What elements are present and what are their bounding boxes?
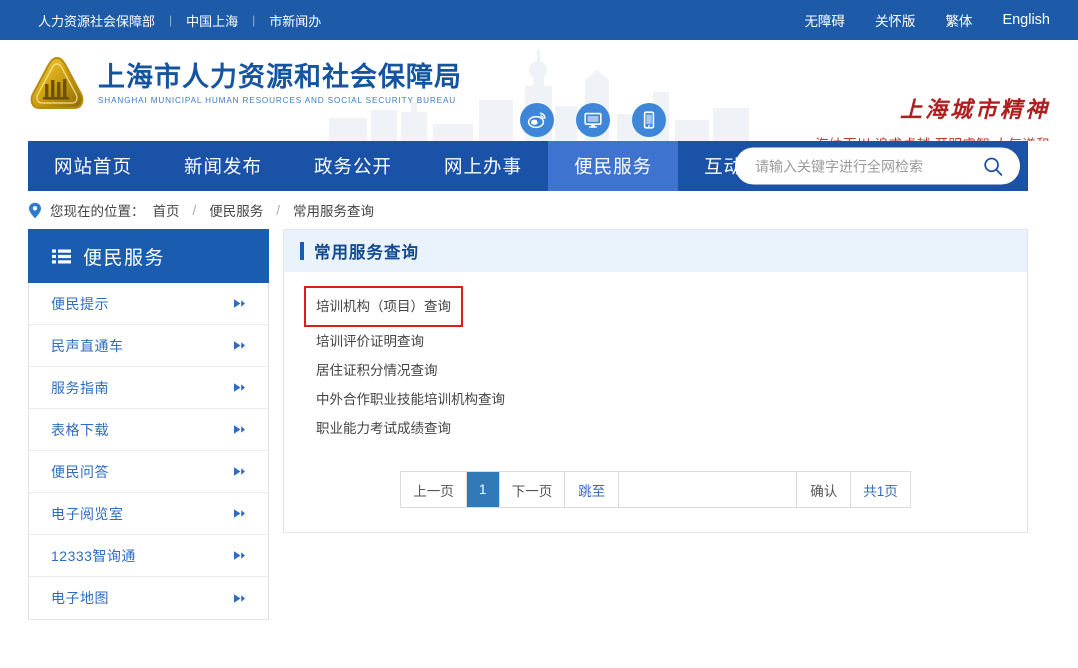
content-panel: 常用服务查询 培训机构（项目）查询 培训评价证明查询 居住证积分情况查询 中外合… — [283, 229, 1028, 533]
pagination-confirm-button[interactable]: 确认 — [797, 472, 852, 507]
page-layout: 便民服务 便民提示 民声直通车 服务指南 表格下载 便民问答 电子阅览室 123… — [28, 229, 1028, 620]
nav-item-convenience-services[interactable]: 便民服务 — [548, 141, 679, 191]
page-title: 常用服务查询 — [314, 244, 419, 262]
list-item: 中外合作职业技能培训机构查询 — [316, 385, 1027, 414]
sidebar-item-electronic-reading-room[interactable]: 电子阅览室 — [29, 493, 268, 535]
service-link-residence-permit-points[interactable]: 居住证积分情况查询 — [316, 356, 438, 385]
site-logo[interactable]: 上海市人力资源和社会保障局 SHANGHAI MUNICIPAL HUMAN R… — [28, 56, 462, 112]
sidebar-item-public-voice-express[interactable]: 民声直通车 — [29, 325, 268, 367]
sidebar-item-electronic-map[interactable]: 电子地图 — [29, 577, 268, 619]
arrow-right-icon — [234, 341, 245, 350]
nav-item-online-services[interactable]: 网上办事 — [418, 141, 548, 191]
nav-item-news[interactable]: 新闻发布 — [158, 141, 288, 191]
logo-title-en: SHANGHAI MUNICIPAL HUMAN RESOURCES AND S… — [98, 96, 457, 106]
arrow-right-icon — [234, 509, 245, 518]
logo-title-cn: 上海市人力资源和社会保障局 — [98, 61, 462, 93]
breadcrumb-separator: / — [192, 202, 197, 218]
list-menu-icon — [52, 249, 71, 263]
pagination-jump-field-wrap — [619, 472, 798, 507]
arrow-right-icon — [234, 383, 245, 392]
sidebar-item-form-download[interactable]: 表格下载 — [29, 409, 268, 451]
sidebar-item-convenience-tips[interactable]: 便民提示 — [29, 283, 268, 325]
top-bar-utility-links: 无障碍 关怀版 繁体 English — [804, 0, 1050, 40]
pagination-group: 上一页 1 下一页 跳至 确认 共1页 — [400, 471, 911, 508]
top-bar: 人力资源社会保障部 | 中国上海 | 市新闻办 无障碍 关怀版 繁体 Engli… — [0, 0, 1078, 40]
breadcrumb-item-common-service-query[interactable]: 常用服务查询 — [293, 200, 374, 220]
sidebar-item-label: 便民提示 — [51, 295, 109, 312]
topbar-link-english[interactable]: English — [1002, 12, 1050, 28]
pagination-total-pages: 共1页 — [851, 472, 910, 507]
list-item: 培训机构（项目）查询 — [304, 286, 1027, 327]
topbar-link-accessibility[interactable]: 无障碍 — [804, 10, 845, 30]
sidebar-item-label: 电子阅览室 — [51, 505, 124, 522]
panel-body: 培训机构（项目）查询 培训评价证明查询 居住证积分情况查询 中外合作职业技能培训… — [284, 272, 1027, 508]
topbar-link-mohrss[interactable]: 人力资源社会保障部 — [38, 11, 155, 30]
nav-item-home[interactable]: 网站首页 — [28, 141, 158, 191]
pagination-next-button[interactable]: 下一页 — [499, 472, 566, 507]
pagination-jump-label[interactable]: 跳至 — [565, 472, 620, 507]
sidebar-item-convenience-qa[interactable]: 便民问答 — [29, 451, 268, 493]
sidebar-header: 便民服务 — [28, 229, 269, 283]
main-navigation: 网站首页 新闻发布 政务公开 网上办事 便民服务 互动交流 — [28, 141, 1028, 191]
sidebar-item-label: 表格下载 — [51, 421, 109, 438]
site-header: 上海市人力资源和社会保障局 SHANGHAI MUNICIPAL HUMAN R… — [0, 40, 1078, 141]
service-link-highlight-box[interactable]: 培训机构（项目）查询 — [304, 286, 463, 327]
breadcrumb-separator: / — [276, 202, 281, 218]
weibo-icon[interactable] — [520, 103, 554, 137]
topbar-link-shanghai[interactable]: 中国上海 — [186, 11, 238, 30]
service-query-list: 培训机构（项目）查询 培训评价证明查询 居住证积分情况查询 中外合作职业技能培训… — [284, 286, 1027, 443]
social-icon-group — [520, 103, 666, 137]
sidebar-item-label: 民声直通车 — [51, 337, 124, 354]
service-link-sino-foreign-training-institution[interactable]: 中外合作职业技能培训机构查询 — [316, 385, 505, 414]
sidebar-item-12333-consultation[interactable]: 12333智询通 — [29, 535, 268, 577]
nav-item-government-affairs[interactable]: 政务公开 — [288, 141, 418, 191]
arrow-right-icon — [234, 467, 245, 476]
search-input[interactable] — [755, 158, 980, 174]
sidebar-item-label: 服务指南 — [51, 379, 109, 396]
breadcrumb-item-home[interactable]: 首页 — [153, 200, 180, 220]
arrow-right-icon — [234, 593, 245, 603]
breadcrumb-item-convenience-services[interactable]: 便民服务 — [209, 200, 263, 220]
location-pin-icon — [29, 202, 41, 218]
topbar-separator: | — [169, 13, 173, 27]
search-icon[interactable] — [980, 153, 1006, 179]
breadcrumb-prefix: 您现在的位置： — [50, 204, 145, 219]
bureau-emblem-icon — [30, 56, 84, 109]
arrow-right-icon — [234, 551, 245, 560]
list-item: 培训评价证明查询 — [316, 327, 1027, 356]
sidebar-title: 便民服务 — [83, 247, 166, 269]
pagination-jump-input[interactable] — [619, 472, 797, 507]
sidebar-item-label: 便民问答 — [51, 463, 109, 480]
panel-accent-bar — [300, 242, 304, 260]
arrow-right-icon — [234, 299, 245, 308]
panel-header: 常用服务查询 — [284, 230, 1027, 272]
breadcrumb: 您现在的位置： 首页 / 便民服务 / 常用服务查询 — [28, 191, 1078, 229]
sidebar-item-service-guide[interactable]: 服务指南 — [29, 367, 268, 409]
search-box — [735, 147, 1020, 185]
pagination-prev-button[interactable]: 上一页 — [401, 472, 467, 507]
topbar-separator: | — [252, 13, 256, 27]
sidebar-item-label: 12333智询通 — [51, 547, 136, 564]
topbar-link-press-office[interactable]: 市新闻办 — [269, 11, 321, 30]
topbar-link-care-version[interactable]: 关怀版 — [875, 10, 916, 30]
sidebar: 便民服务 便民提示 民声直通车 服务指南 表格下载 便民问答 电子阅览室 123… — [28, 229, 269, 620]
top-bar-links: 人力资源社会保障部 | 中国上海 | 市新闻办 — [38, 11, 321, 30]
list-item: 职业能力考试成绩查询 — [316, 414, 1027, 443]
city-spirit-title: 上海城市精神 — [899, 97, 1050, 123]
service-link-vocational-exam-results[interactable]: 职业能力考试成绩查询 — [316, 414, 451, 443]
arrow-right-icon — [234, 425, 245, 434]
service-link-training-evaluation-certificate[interactable]: 培训评价证明查询 — [316, 327, 424, 356]
sidebar-menu: 便民提示 民声直通车 服务指南 表格下载 便民问答 电子阅览室 12333智询通… — [28, 283, 269, 620]
mobile-icon[interactable] — [632, 103, 666, 137]
topbar-link-traditional[interactable]: 繁体 — [945, 10, 972, 30]
city-spirit-block: 上海城市精神 海纳百川 追求卓越 开明睿智 大气谦和 — [815, 92, 1050, 141]
list-item: 居住证积分情况查询 — [316, 356, 1027, 385]
desktop-icon[interactable] — [576, 103, 610, 137]
city-spirit-slogan: 海纳百川 追求卓越 开明睿智 大气谦和 — [815, 133, 1050, 141]
sidebar-item-label: 电子地图 — [51, 590, 109, 606]
pagination: 上一页 1 下一页 跳至 确认 共1页 — [284, 471, 1027, 508]
pagination-page-1[interactable]: 1 — [466, 472, 500, 507]
service-link-training-institution[interactable]: 培训机构（项目）查询 — [316, 292, 451, 321]
